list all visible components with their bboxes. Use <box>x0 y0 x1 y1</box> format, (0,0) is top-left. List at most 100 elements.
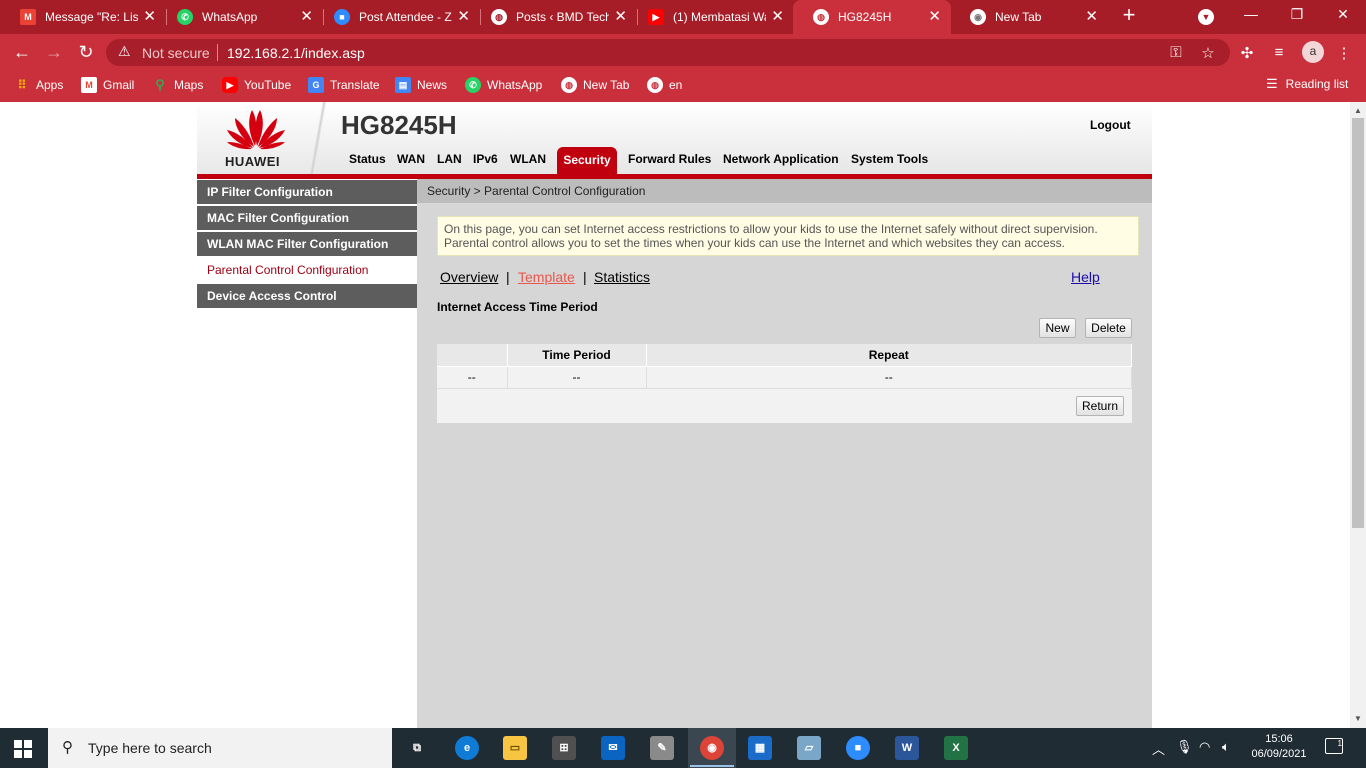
close-icon[interactable]: ✕ <box>1085 9 1098 24</box>
windows-start-icon[interactable] <box>14 740 32 758</box>
bookmark-maps[interactable]: ⚲ Maps <box>152 76 203 94</box>
bookmark-translate[interactable]: G Translate <box>308 76 380 94</box>
bookmark-youtube[interactable]: ▶ YouTube <box>222 76 291 94</box>
subtab-template[interactable]: Template <box>518 269 575 285</box>
key-icon[interactable]: ⚿ <box>1167 44 1185 61</box>
window-close-icon[interactable]: ✕ <box>1333 6 1353 23</box>
bookmark-whatsapp[interactable]: ✆ WhatsApp <box>465 76 542 94</box>
notes-icon[interactable]: ▱ <box>797 736 821 760</box>
sidebar-item-ip-filter[interactable]: IP Filter Configuration <box>197 180 417 204</box>
logout-link[interactable]: Logout <box>1090 118 1131 132</box>
table-row[interactable]: -- -- -- <box>437 365 1132 388</box>
close-icon[interactable]: ✕ <box>614 9 627 24</box>
volume-icon[interactable]: 🔈︎ <box>1222 739 1230 755</box>
menu-network-application[interactable]: Network Application <box>723 152 839 166</box>
tab-youtube[interactable]: ▶ (1) Membatasi Wa ✕ <box>628 0 794 34</box>
close-icon[interactable]: ✕ <box>457 9 470 24</box>
scroll-up-icon[interactable]: ▲ <box>1354 106 1362 115</box>
excel-icon[interactable]: X <box>944 736 968 760</box>
notification-icon[interactable]: 1 <box>1325 738 1343 754</box>
taskbar-search-box[interactable]: ⚲ Type here to search <box>48 728 392 768</box>
tab-new-tab[interactable]: ◉ New Tab ✕ <box>950 0 1108 34</box>
subtab-overview[interactable]: Overview <box>440 269 498 285</box>
tab-hg8245h[interactable]: ◍ HG8245H ✕ <box>793 0 951 34</box>
edge-icon[interactable]: e <box>455 736 479 760</box>
warning-icon[interactable]: ⚠ <box>118 44 132 58</box>
device-model: HG8245H <box>341 110 457 140</box>
sidebar-item-parental-control[interactable]: Parental Control Configuration <box>197 258 417 282</box>
delete-button[interactable]: Delete <box>1085 318 1132 338</box>
media-control-icon[interactable]: ≡ <box>1270 44 1288 61</box>
forward-icon[interactable]: → <box>42 40 66 64</box>
bookmark-en[interactable]: ◍ en <box>647 76 682 94</box>
task-view-icon[interactable]: ⧉ <box>405 736 429 760</box>
restore-icon[interactable]: ❐ <box>1287 6 1307 23</box>
new-button[interactable]: New <box>1039 318 1076 338</box>
subtab-separator: | <box>506 269 510 285</box>
menu-lan[interactable]: LAN <box>437 152 462 166</box>
scroll-down-icon[interactable]: ▼ <box>1354 714 1362 723</box>
tab-title: WhatsApp <box>202 10 258 24</box>
profile-avatar[interactable]: a <box>1302 41 1324 63</box>
extensions-icon[interactable]: ✣ <box>1238 44 1256 62</box>
tab-whatsapp[interactable]: ✆ WhatsApp ✕ <box>157 0 323 34</box>
tab-search-icon[interactable]: ▼ <box>1198 9 1214 25</box>
tab-gmail[interactable]: M Message "Re: List ✕ <box>0 0 166 34</box>
bookmarks-bar <box>0 70 1366 102</box>
mail-icon[interactable]: ✉ <box>601 736 625 760</box>
close-icon[interactable]: ✕ <box>771 9 784 24</box>
calendar-icon[interactable]: ▦ <box>748 736 772 760</box>
sidebar-item-wlan-mac-filter[interactable]: WLAN MAC Filter Configuration <box>197 232 417 256</box>
sidebar-item-mac-filter[interactable]: MAC Filter Configuration <box>197 206 417 230</box>
tab-zoom[interactable]: ■ Post Attendee - Z ✕ <box>314 0 480 34</box>
tray-chevron-icon[interactable]: ︿ <box>1152 739 1165 758</box>
menu-wan[interactable]: WAN <box>397 152 425 166</box>
minimize-icon[interactable]: — <box>1241 6 1261 22</box>
menu-wlan[interactable]: WLAN <box>510 152 546 166</box>
menu-kebab-icon[interactable]: ⋮ <box>1335 44 1353 62</box>
help-link[interactable]: Help <box>1071 269 1100 285</box>
gmail-icon: M <box>20 9 36 25</box>
store-icon[interactable]: ⊞ <box>552 736 576 760</box>
close-icon[interactable]: ✕ <box>300 9 313 24</box>
table-cell: -- <box>507 365 647 388</box>
page-scrollbar[interactable]: ▲ ▼ <box>1350 102 1366 728</box>
new-tab-button[interactable]: + <box>1118 4 1140 28</box>
bookmark-gmail[interactable]: M Gmail <box>81 76 134 94</box>
table-cell: -- <box>646 365 1132 388</box>
system-clock[interactable]: 15:06 06/09/2021 <box>1248 732 1310 762</box>
bookmark-news[interactable]: ▤ News <box>395 76 447 94</box>
bookmark-star-icon[interactable]: ☆ <box>1199 44 1217 62</box>
scrollbar-thumb[interactable] <box>1352 118 1364 528</box>
return-button[interactable]: Return <box>1076 396 1124 416</box>
bookmark-label: Gmail <box>103 78 135 92</box>
subtab-statistics[interactable]: Statistics <box>594 269 650 285</box>
chrome-icon[interactable]: ◉ <box>700 736 724 760</box>
close-icon[interactable]: ✕ <box>928 9 941 24</box>
word-icon[interactable]: W <box>895 736 919 760</box>
reload-icon[interactable]: ↻ <box>74 40 98 64</box>
tab-bmd-tech[interactable]: ◍ Posts ‹ BMD Tech ✕ <box>471 0 637 34</box>
reading-list-button[interactable]: ☰ Reading list <box>1266 76 1348 92</box>
menu-system-tools[interactable]: System Tools <box>851 152 928 166</box>
back-icon[interactable]: ← <box>10 40 34 64</box>
menu-ipv6[interactable]: IPv6 <box>473 152 498 166</box>
wifi-icon[interactable]: ◠ <box>1199 739 1210 755</box>
close-icon[interactable]: ✕ <box>143 9 156 24</box>
menu-status[interactable]: Status <box>349 152 386 166</box>
table-header-repeat: Repeat <box>646 344 1132 366</box>
sidebar-item-device-access[interactable]: Device Access Control <box>197 284 417 308</box>
security-status[interactable]: Not secure <box>142 45 210 61</box>
bookmark-new-tab[interactable]: ◍ New Tab <box>561 76 629 94</box>
bookmark-label: Translate <box>330 78 380 92</box>
paint-icon[interactable]: ✎ <box>650 736 674 760</box>
bookmark-apps[interactable]: ⠿ Apps <box>14 76 64 94</box>
file-explorer-icon[interactable]: ▭ <box>503 736 527 760</box>
menu-forward-rules[interactable]: Forward Rules <box>628 152 711 166</box>
zoom-icon[interactable]: ■ <box>846 736 870 760</box>
whatsapp-icon: ✆ <box>465 77 481 93</box>
url-text[interactable]: 192.168.2.1/index.asp <box>227 45 365 61</box>
microphone-icon[interactable]: 🎙︎ <box>1176 739 1193 755</box>
menu-security[interactable]: Security <box>557 147 617 174</box>
active-app-indicator <box>690 765 734 767</box>
